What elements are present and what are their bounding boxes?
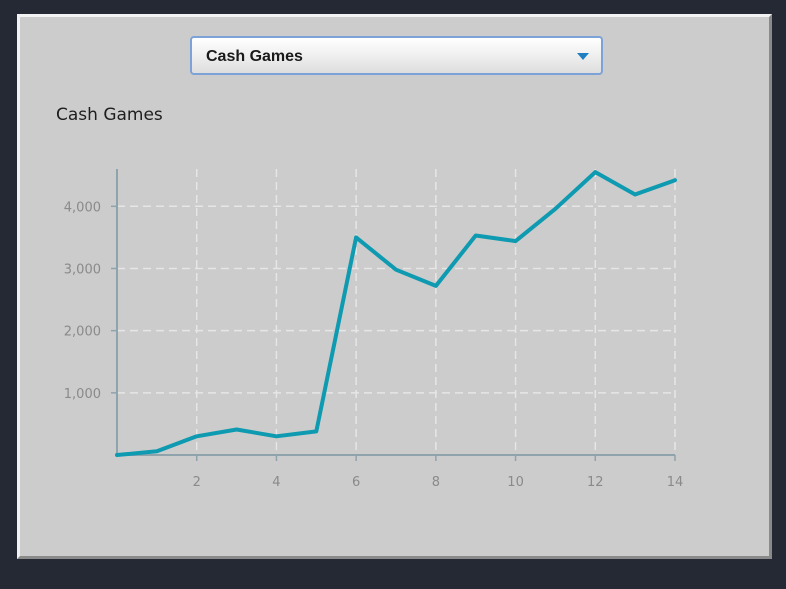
line-chart: 2 4 6 8 10 12 14 1,000 2,000 3,000 4,000 [64,169,683,490]
y-tick-label: 1,000 [64,387,101,402]
grid-lines [117,169,676,455]
series-line [115,170,677,457]
tick-labels: 2 4 6 8 10 12 14 1,000 2,000 3,000 4,000 [64,200,683,490]
y-tick-label: 2,000 [64,325,101,340]
x-tick-label: 8 [432,475,440,490]
x-tick-label: 10 [507,475,524,490]
y-tick-label: 4,000 [64,200,101,215]
x-tick-label: 2 [193,475,201,490]
x-tick-label: 6 [352,475,360,490]
y-tick-label: 3,000 [64,262,101,277]
x-tick-label: 4 [272,475,280,490]
series-lines [115,170,677,457]
x-tick-label: 12 [587,475,604,490]
axes [111,169,676,461]
x-tick-label: 14 [667,475,684,490]
